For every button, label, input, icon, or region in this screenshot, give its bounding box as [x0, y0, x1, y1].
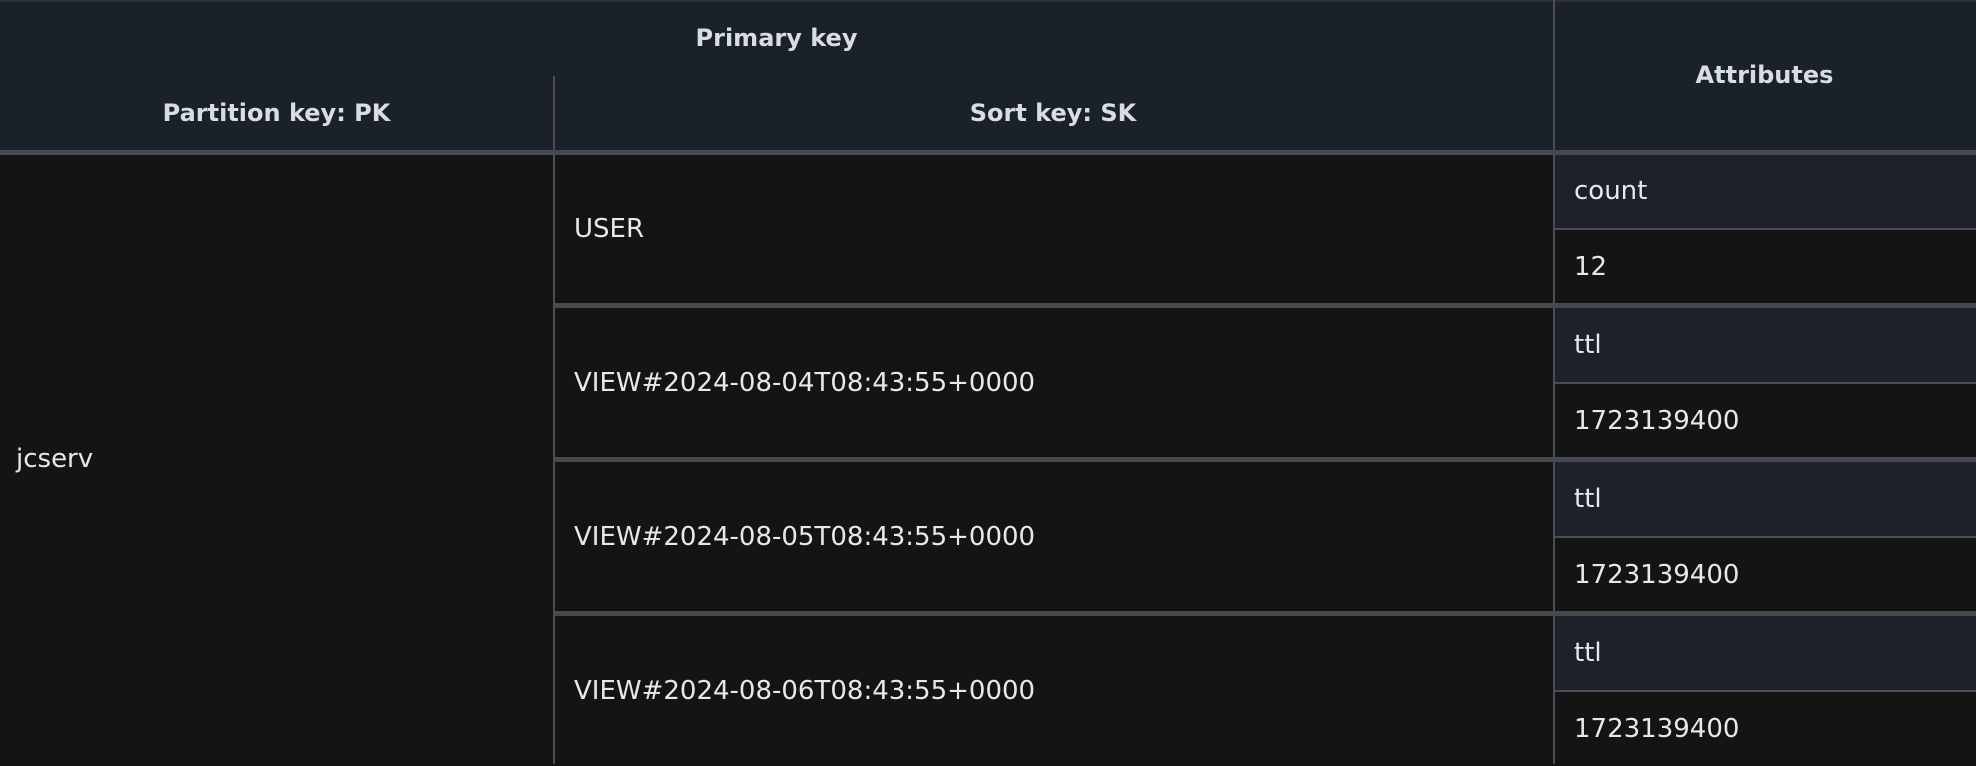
sort-key-cell-view-0804: VIEW#2024-08-04T08:43:55+0000 — [555, 308, 1553, 458]
sort-key-header: Sort key: SK — [553, 76, 1553, 150]
sort-key-cell-view-0806: VIEW#2024-08-06T08:43:55+0000 — [555, 616, 1553, 766]
attribute-value: 1723139400 — [1574, 714, 1740, 744]
primary-key-header-label: Primary key — [695, 24, 858, 52]
sort-key-value: VIEW#2024-08-06T08:43:55+0000 — [574, 676, 1036, 706]
attribute-divider — [1555, 382, 1976, 384]
attribute-name: ttl — [1574, 330, 1602, 360]
partition-key-value: jcserv — [16, 444, 94, 474]
attribute-value: 1723139400 — [1574, 406, 1740, 436]
sort-key-cell-view-0805: VIEW#2024-08-05T08:43:55+0000 — [555, 462, 1553, 612]
attribute-value: 12 — [1574, 252, 1608, 282]
attribute-value-cell: 1723139400 — [1555, 692, 1976, 766]
attribute-divider — [1555, 690, 1976, 692]
header-bottom-border — [0, 150, 1976, 155]
sort-key-value: VIEW#2024-08-05T08:43:55+0000 — [574, 522, 1036, 552]
attribute-name-cell: ttl — [1555, 462, 1976, 536]
attribute-name-cell: count — [1555, 154, 1976, 228]
primary-key-header: Primary key — [0, 0, 1553, 76]
row-divider — [555, 611, 1976, 616]
dynamodb-item-table: Primary key Partition key: PK Sort key: … — [0, 0, 1976, 766]
attribute-name-cell: ttl — [1555, 616, 1976, 690]
attribute-name: ttl — [1574, 638, 1602, 668]
partition-key-header-label: Partition key: PK — [162, 99, 391, 127]
row-divider — [555, 303, 1976, 308]
key-column-divider — [553, 76, 555, 764]
partition-key-cell: jcserv — [0, 154, 553, 764]
attribute-name: ttl — [1574, 484, 1602, 514]
partition-key-header: Partition key: PK — [0, 76, 553, 150]
sort-key-header-label: Sort key: SK — [969, 99, 1137, 127]
attribute-name-cell: ttl — [1555, 308, 1976, 382]
attributes-header-label: Attributes — [1695, 61, 1834, 89]
sort-key-cell-user: USER — [555, 154, 1553, 304]
attribute-value: 1723139400 — [1574, 560, 1740, 590]
row-divider — [555, 457, 1976, 462]
attribute-value-cell: 1723139400 — [1555, 384, 1976, 458]
sort-key-value: VIEW#2024-08-04T08:43:55+0000 — [574, 368, 1036, 398]
sort-key-value: USER — [574, 214, 645, 244]
attribute-name: count — [1574, 176, 1648, 206]
attribute-value-cell: 1723139400 — [1555, 538, 1976, 612]
attribute-divider — [1555, 228, 1976, 230]
attributes-header: Attributes — [1553, 0, 1976, 150]
attribute-divider — [1555, 536, 1976, 538]
attribute-value-cell: 12 — [1555, 230, 1976, 304]
table-top-border — [0, 0, 1976, 2]
